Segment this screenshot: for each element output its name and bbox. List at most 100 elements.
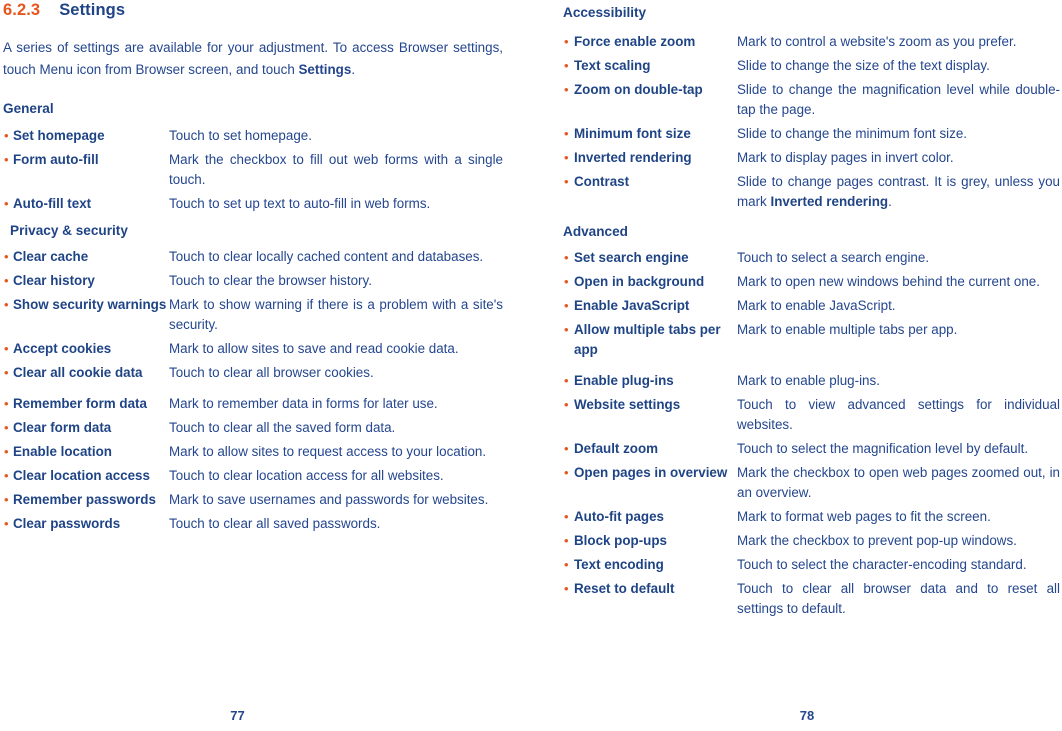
setting-row: • Accept cookies Mark to allow sites to … (3, 339, 503, 359)
setting-term: Remember passwords (13, 492, 156, 507)
bullet-icon: • (4, 297, 9, 312)
setting-row: • Enable location Mark to allow sites to… (3, 442, 503, 462)
bullet-icon: • (4, 516, 9, 531)
setting-description: Slide to change the magnification level … (737, 82, 1060, 117)
setting-row: • Clear all cookie data Touch to clear a… (3, 363, 503, 383)
setting-description: Mark to format web pages to fit the scre… (737, 509, 991, 524)
setting-term: Clear history (13, 273, 95, 288)
setting-row: • Text encoding Touch to select the char… (563, 555, 1060, 575)
setting-description: Touch to clear all browser cookies. (169, 365, 374, 380)
group-heading-advanced: Advanced (563, 224, 628, 239)
bullet-icon: • (564, 34, 569, 49)
setting-description: Mark to allow sites to request access to… (169, 444, 487, 459)
setting-term: Set homepage (13, 128, 105, 143)
bullet-icon: • (4, 468, 9, 483)
bullet-icon: • (564, 250, 569, 265)
setting-term: Default zoom (574, 441, 659, 456)
setting-description: Mark to allow sites to save and read coo… (169, 341, 459, 356)
setting-description: Slide to change the minimum font size. (737, 126, 967, 141)
setting-description: Mark to control a website's zoom as you … (737, 34, 1017, 49)
setting-description: Touch to clear all saved passwords. (169, 516, 381, 531)
bullet-icon: • (564, 441, 569, 456)
bullet-icon: • (564, 509, 569, 524)
setting-term: Remember form data (13, 396, 147, 411)
bullet-icon: • (4, 196, 9, 211)
bullet-icon: • (564, 298, 569, 313)
setting-description: Touch to clear all the saved form data. (169, 420, 396, 435)
bullet-icon: • (4, 128, 9, 143)
group-heading-accessibility: Accessibility (563, 5, 647, 20)
setting-row: • Enable JavaScript Mark to enable JavaS… (563, 296, 1060, 316)
bullet-icon: • (564, 533, 569, 548)
setting-term: Clear all cookie data (13, 365, 143, 380)
setting-description-end: . (888, 194, 892, 209)
setting-row: • Clear history Touch to clear the brows… (3, 271, 503, 291)
setting-description: Mark to show warning if there is a probl… (169, 297, 503, 332)
bullet-icon: • (4, 420, 9, 435)
setting-description: Touch to select the magnification level … (737, 441, 1029, 456)
setting-term: Zoom on double-tap (574, 82, 703, 97)
setting-description: Touch to select the character-encoding s… (737, 557, 1027, 572)
intro-text-end: . (351, 61, 356, 77)
setting-description: Touch to view advanced settings for indi… (737, 397, 1060, 432)
bullet-icon: • (564, 82, 569, 97)
bullet-icon: • (564, 322, 569, 337)
manual-page-spread: 6.2.3 Settings A series of settings are a… (0, 0, 1062, 731)
setting-description: Touch to select a search engine. (737, 250, 930, 265)
setting-description: Mark to enable plug-ins. (737, 373, 880, 388)
setting-row: • Minimum font size Slide to change the … (563, 124, 1060, 144)
setting-term: Form auto-fill (13, 152, 99, 167)
setting-term: Block pop-ups (574, 533, 667, 548)
setting-description: Mark to enable JavaScript. (737, 298, 896, 313)
bullet-icon: • (564, 150, 569, 165)
setting-description: Touch to clear location access for all w… (169, 468, 444, 483)
setting-description: Mark to display pages in invert color. (737, 150, 954, 165)
bullet-icon: • (564, 373, 569, 388)
setting-description: Mark to save usernames and passwords for… (169, 492, 489, 507)
setting-description: Touch to clear all browser data and to r… (737, 581, 1060, 616)
setting-term: Allow multiple tabs per app (574, 322, 721, 357)
setting-row: • Show security warnings Mark to show wa… (3, 295, 503, 335)
bullet-icon: • (564, 557, 569, 572)
setting-row: • Block pop-ups Mark the checkbox to pre… (563, 531, 1060, 551)
setting-description: Slide to change the size of the text dis… (737, 58, 990, 73)
setting-term: Enable location (13, 444, 112, 459)
intro-bold-term: Settings (298, 61, 352, 77)
bullet-icon: • (4, 152, 9, 167)
bullet-icon: • (564, 274, 569, 289)
setting-row: • Open pages in overview Mark the checkb… (563, 463, 1060, 503)
setting-description: Touch to clear locally cached content an… (169, 249, 484, 264)
setting-row: • Auto-fit pages Mark to format web page… (563, 507, 1060, 527)
setting-row: • Contrast Slide to change pages contras… (563, 172, 1060, 212)
setting-row: • Remember passwords Mark to save userna… (3, 490, 503, 510)
setting-row: • Inverted rendering Mark to display pag… (563, 148, 1060, 168)
page-title: 6.2.3 Settings (3, 0, 503, 20)
bullet-icon: • (4, 365, 9, 380)
setting-description: Mark the checkbox to open web pages zoom… (737, 465, 1060, 500)
group-heading-general: General (3, 101, 54, 116)
setting-term: Contrast (574, 174, 630, 189)
setting-term: Reset to default (574, 581, 675, 596)
page-number: 78 (799, 708, 815, 723)
setting-description: Touch to set homepage. (169, 128, 312, 143)
setting-term: Force enable zoom (574, 34, 696, 49)
setting-term: Clear form data (13, 420, 112, 435)
setting-term: Show security warnings (13, 297, 167, 312)
bullet-icon: • (564, 465, 569, 480)
setting-term: Open in background (574, 274, 705, 289)
section-title: Settings (59, 1, 126, 19)
setting-term: Accept cookies (13, 341, 112, 356)
setting-term: Text scaling (574, 58, 651, 73)
setting-term: Clear passwords (13, 516, 121, 531)
setting-row: • Reset to default Touch to clear all br… (563, 579, 1060, 619)
setting-row: • Zoom on double-tap Slide to change the… (563, 80, 1060, 120)
section-number: 6.2.3 (3, 1, 41, 19)
setting-term: Enable JavaScript (574, 298, 690, 313)
setting-description: Slide to change pages contrast. It is gr… (737, 172, 1060, 212)
setting-term: Auto-fill text (13, 196, 92, 211)
page-number: 77 (230, 708, 245, 723)
setting-description: Touch to clear the browser history. (169, 273, 372, 288)
intro-paragraph: A series of settings are available for y… (3, 37, 503, 80)
setting-term: Open pages in overview (574, 465, 728, 480)
setting-term: Clear location access (13, 468, 150, 483)
